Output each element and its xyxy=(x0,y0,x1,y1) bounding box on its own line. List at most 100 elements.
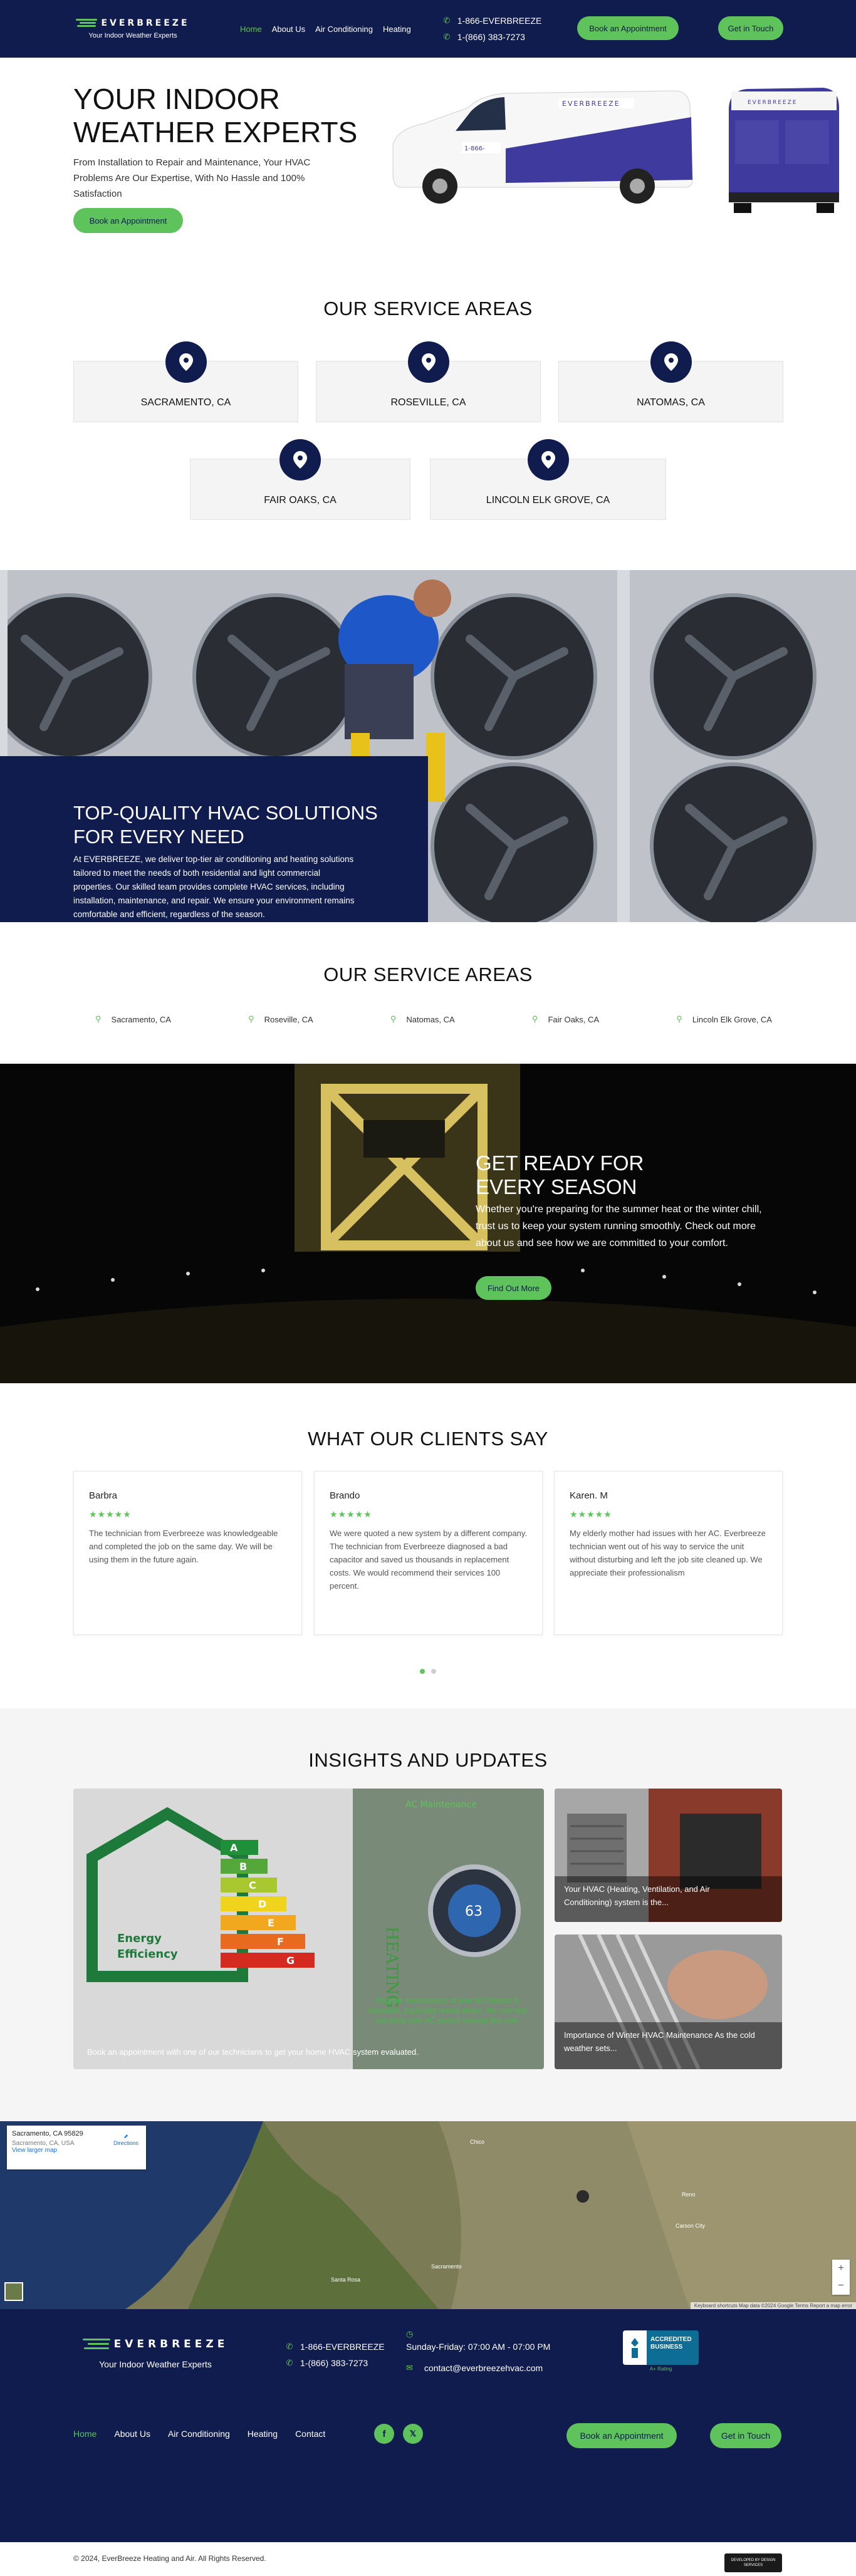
facebook-icon[interactable]: f xyxy=(374,2424,394,2444)
area-card-sacramento[interactable]: SACRAMENTO, CA xyxy=(73,341,298,422)
svg-text:EVERBREEZE: EVERBREEZE xyxy=(748,100,797,106)
site-footer: EVERBREEZE Your Indoor Weather Experts ✆… xyxy=(0,2309,856,2542)
testimonials-title: WHAT OUR CLIENTS SAY xyxy=(308,1428,548,1450)
list-item: ⚲ Fair Oaks, CA xyxy=(532,1014,599,1024)
site-header: EVERBREEZE Your Indoor Weather Experts H… xyxy=(0,0,856,58)
location-pin-icon: ⚲ xyxy=(531,1014,538,1024)
map-zoom-controls: + − xyxy=(832,2260,850,2295)
carousel-dot[interactable] xyxy=(431,1669,436,1674)
developer-badge[interactable]: DEVELOPED BY DESIGN SERVICES xyxy=(724,2553,782,2572)
svg-text:Energy: Energy xyxy=(117,1932,162,1945)
footer-nav-home[interactable]: Home xyxy=(73,2429,97,2439)
zoom-in-button[interactable]: + xyxy=(832,2260,850,2277)
nav-about-us[interactable]: About Us xyxy=(272,24,305,34)
footer-phones: ✆ 1-866-EVERBREEZE ✆ 1-(866) 383-7273 xyxy=(285,2342,385,2368)
svg-text:1-866-: 1-866- xyxy=(464,145,485,152)
zoom-out-button[interactable]: − xyxy=(832,2277,850,2295)
blog-post-card[interactable]: Importance of Winter HVAC Maintenance As… xyxy=(555,1935,782,2069)
area-name: Sacramento, CA xyxy=(111,1014,171,1024)
footer-logo[interactable]: EVERBREEZE Your Indoor Weather Experts xyxy=(73,2338,237,2369)
bbb-accredited-badge[interactable]: ACCREDITED BUSINESS A+ Rating xyxy=(623,2330,699,2372)
testimonial-card: Brando ★★★★★ We were quoted a new system… xyxy=(314,1471,543,1635)
area-card-fair-oaks[interactable]: FAIR OAKS, CA xyxy=(190,439,410,520)
blog-post-card-featured[interactable]: A B C D E F G Energy Efficiency AC Maint… xyxy=(73,1789,544,2069)
service-areas-list-title: OUR SERVICE AREAS xyxy=(323,963,533,985)
list-item: ⚲ Sacramento, CA xyxy=(95,1014,171,1024)
get-ready-section: GET READY FOR EVERY SEASON Whether you'r… xyxy=(0,1064,856,1383)
post-caption: Importance of Winter HVAC Maintenance As… xyxy=(564,2030,755,2053)
footer-nav-air-conditioning[interactable]: Air Conditioning xyxy=(168,2429,230,2439)
header-logo[interactable]: EVERBREEZE Your Indoor Weather Experts xyxy=(73,18,192,39)
hero-section: YOUR INDOOR WEATHER EXPERTS From Install… xyxy=(0,58,856,266)
area-name: Fair Oaks, CA xyxy=(548,1014,600,1024)
area-card-label: ROSEVILLE, CA xyxy=(390,397,466,408)
service-van-rear-image: EVERBREEZE xyxy=(729,88,839,213)
map-label: Carson City xyxy=(676,2223,706,2229)
list-item: ⚲ Lincoln Elk Grove, CA xyxy=(676,1014,772,1024)
review-text: The technician from Everbreeze was knowl… xyxy=(89,1529,278,1564)
bbb-line-2: BUSINESS xyxy=(650,2344,683,2350)
x-twitter-icon[interactable]: 𝕏 xyxy=(403,2424,423,2444)
energy-efficiency-ac-image: A B C D E F G Energy Efficiency AC Maint… xyxy=(73,1789,544,2069)
nav-home[interactable]: Home xyxy=(240,24,262,34)
svg-text:AC Maintenance: AC Maintenance xyxy=(405,1800,477,1810)
email-text: contact@everbreezehvac.com xyxy=(424,2363,543,2373)
find-out-more-button[interactable]: Find Out More xyxy=(476,1276,551,1300)
footer-contact-info: ◷ Sunday-Friday: 07:00 AM - 07:00 PM ✉ c… xyxy=(406,2329,550,2384)
breeze-logo-icon xyxy=(76,19,98,28)
footer-nav-contact[interactable]: Contact xyxy=(295,2429,325,2439)
book-appointment-button[interactable]: Book an Appointment xyxy=(577,16,679,40)
svg-text:G: G xyxy=(286,1955,295,1966)
map-layer-toggle[interactable] xyxy=(4,2282,23,2301)
map-label: Chico xyxy=(470,2139,485,2145)
phone-link-numeric[interactable]: ✆ 1-(866) 383-7273 xyxy=(442,32,542,42)
hero-book-button[interactable]: Book an Appointment xyxy=(73,208,183,233)
nav-heating[interactable]: Heating xyxy=(383,24,411,34)
star-rating-icon: ★★★★★ xyxy=(330,1509,372,1519)
phone-icon: ✆ xyxy=(286,2358,293,2367)
blog-post-card[interactable]: Your HVAC (Heating, Ventilation, and Air… xyxy=(555,1789,782,1922)
location-pin-icon xyxy=(650,341,692,383)
area-card-lincoln-elk-grove[interactable]: LINCOLN ELK GROVE, CA xyxy=(430,439,666,520)
copyright-bar: © 2024, EverBreeze Heating and Air. All … xyxy=(0,2542,856,2576)
area-card-roseville[interactable]: ROSEVILLE, CA xyxy=(316,341,541,422)
directions-link[interactable]: ⬈ Directions xyxy=(113,2133,138,2146)
area-name: Roseville, CA xyxy=(264,1014,313,1024)
hvac-solutions-panel: TOP-QUALITY HVAC SOLUTIONS FOR EVERY NEE… xyxy=(0,756,428,922)
email-link[interactable]: ✉ contact@everbreezehvac.com xyxy=(406,2363,550,2373)
hvac-solutions-title: TOP-QUALITY HVAC SOLUTIONS FOR EVERY NEE… xyxy=(73,802,378,848)
phone-link-numeric[interactable]: ✆ 1-(866) 383-7273 xyxy=(285,2358,385,2368)
directions-icon: ⬈ xyxy=(123,2133,128,2139)
star-rating-icon: ★★★★★ xyxy=(89,1509,132,1519)
svg-text:F: F xyxy=(277,1936,284,1948)
carousel-pagination xyxy=(0,1669,856,1674)
footer-nav-heating[interactable]: Heating xyxy=(248,2429,278,2439)
get-in-touch-button[interactable]: Get in Touch xyxy=(718,16,783,40)
bbb-torch-icon xyxy=(623,2330,647,2365)
logo-wordmark: EVERBREEZE xyxy=(101,18,190,28)
hvac-solutions-body: At EVERBREEZE, we deliver top-tier air c… xyxy=(73,854,355,919)
svg-text:D: D xyxy=(258,1898,266,1910)
svg-text:E: E xyxy=(268,1917,274,1929)
hvac-solutions-section: TOP-QUALITY HVAC SOLUTIONS FOR EVERY NEE… xyxy=(0,570,856,922)
location-pin-icon: ⚲ xyxy=(390,1014,397,1024)
footer-book-appointment-button[interactable]: Book an Appointment xyxy=(566,2423,677,2448)
phone-link-vanity[interactable]: ✆ 1-866-EVERBREEZE xyxy=(442,16,541,26)
list-item: ⚲ Roseville, CA xyxy=(248,1014,313,1024)
area-card-natomas[interactable]: NATOMAS, CA xyxy=(558,341,783,422)
carousel-dot-active[interactable] xyxy=(420,1669,425,1674)
post-caption: Book an appointment with one of our tech… xyxy=(87,2047,419,2057)
main-nav: Home About Us Air Conditioning Heating xyxy=(240,24,411,34)
phone-link-vanity[interactable]: ✆ 1-866-EVERBREEZE xyxy=(285,2342,385,2352)
svg-text:A: A xyxy=(230,1842,238,1854)
get-ready-title: GET READY FOR EVERY SEASON xyxy=(476,1151,644,1198)
view-larger-map-link[interactable]: View larger map xyxy=(12,2147,57,2154)
reviewer-name: Brando xyxy=(330,1490,360,1501)
phone-number: 1-(866) 383-7273 xyxy=(300,2358,368,2368)
footer-get-in-touch-button[interactable]: Get in Touch xyxy=(710,2423,781,2448)
nav-air-conditioning[interactable]: Air Conditioning xyxy=(315,24,373,34)
footer-nav-about-us[interactable]: About Us xyxy=(114,2429,150,2439)
svg-text:B: B xyxy=(239,1861,247,1872)
svg-text:EVERBREEZE: EVERBREEZE xyxy=(562,100,620,108)
location-map[interactable]: Chico Santa Rosa Sacramento Reno Carson … xyxy=(0,2121,856,2309)
